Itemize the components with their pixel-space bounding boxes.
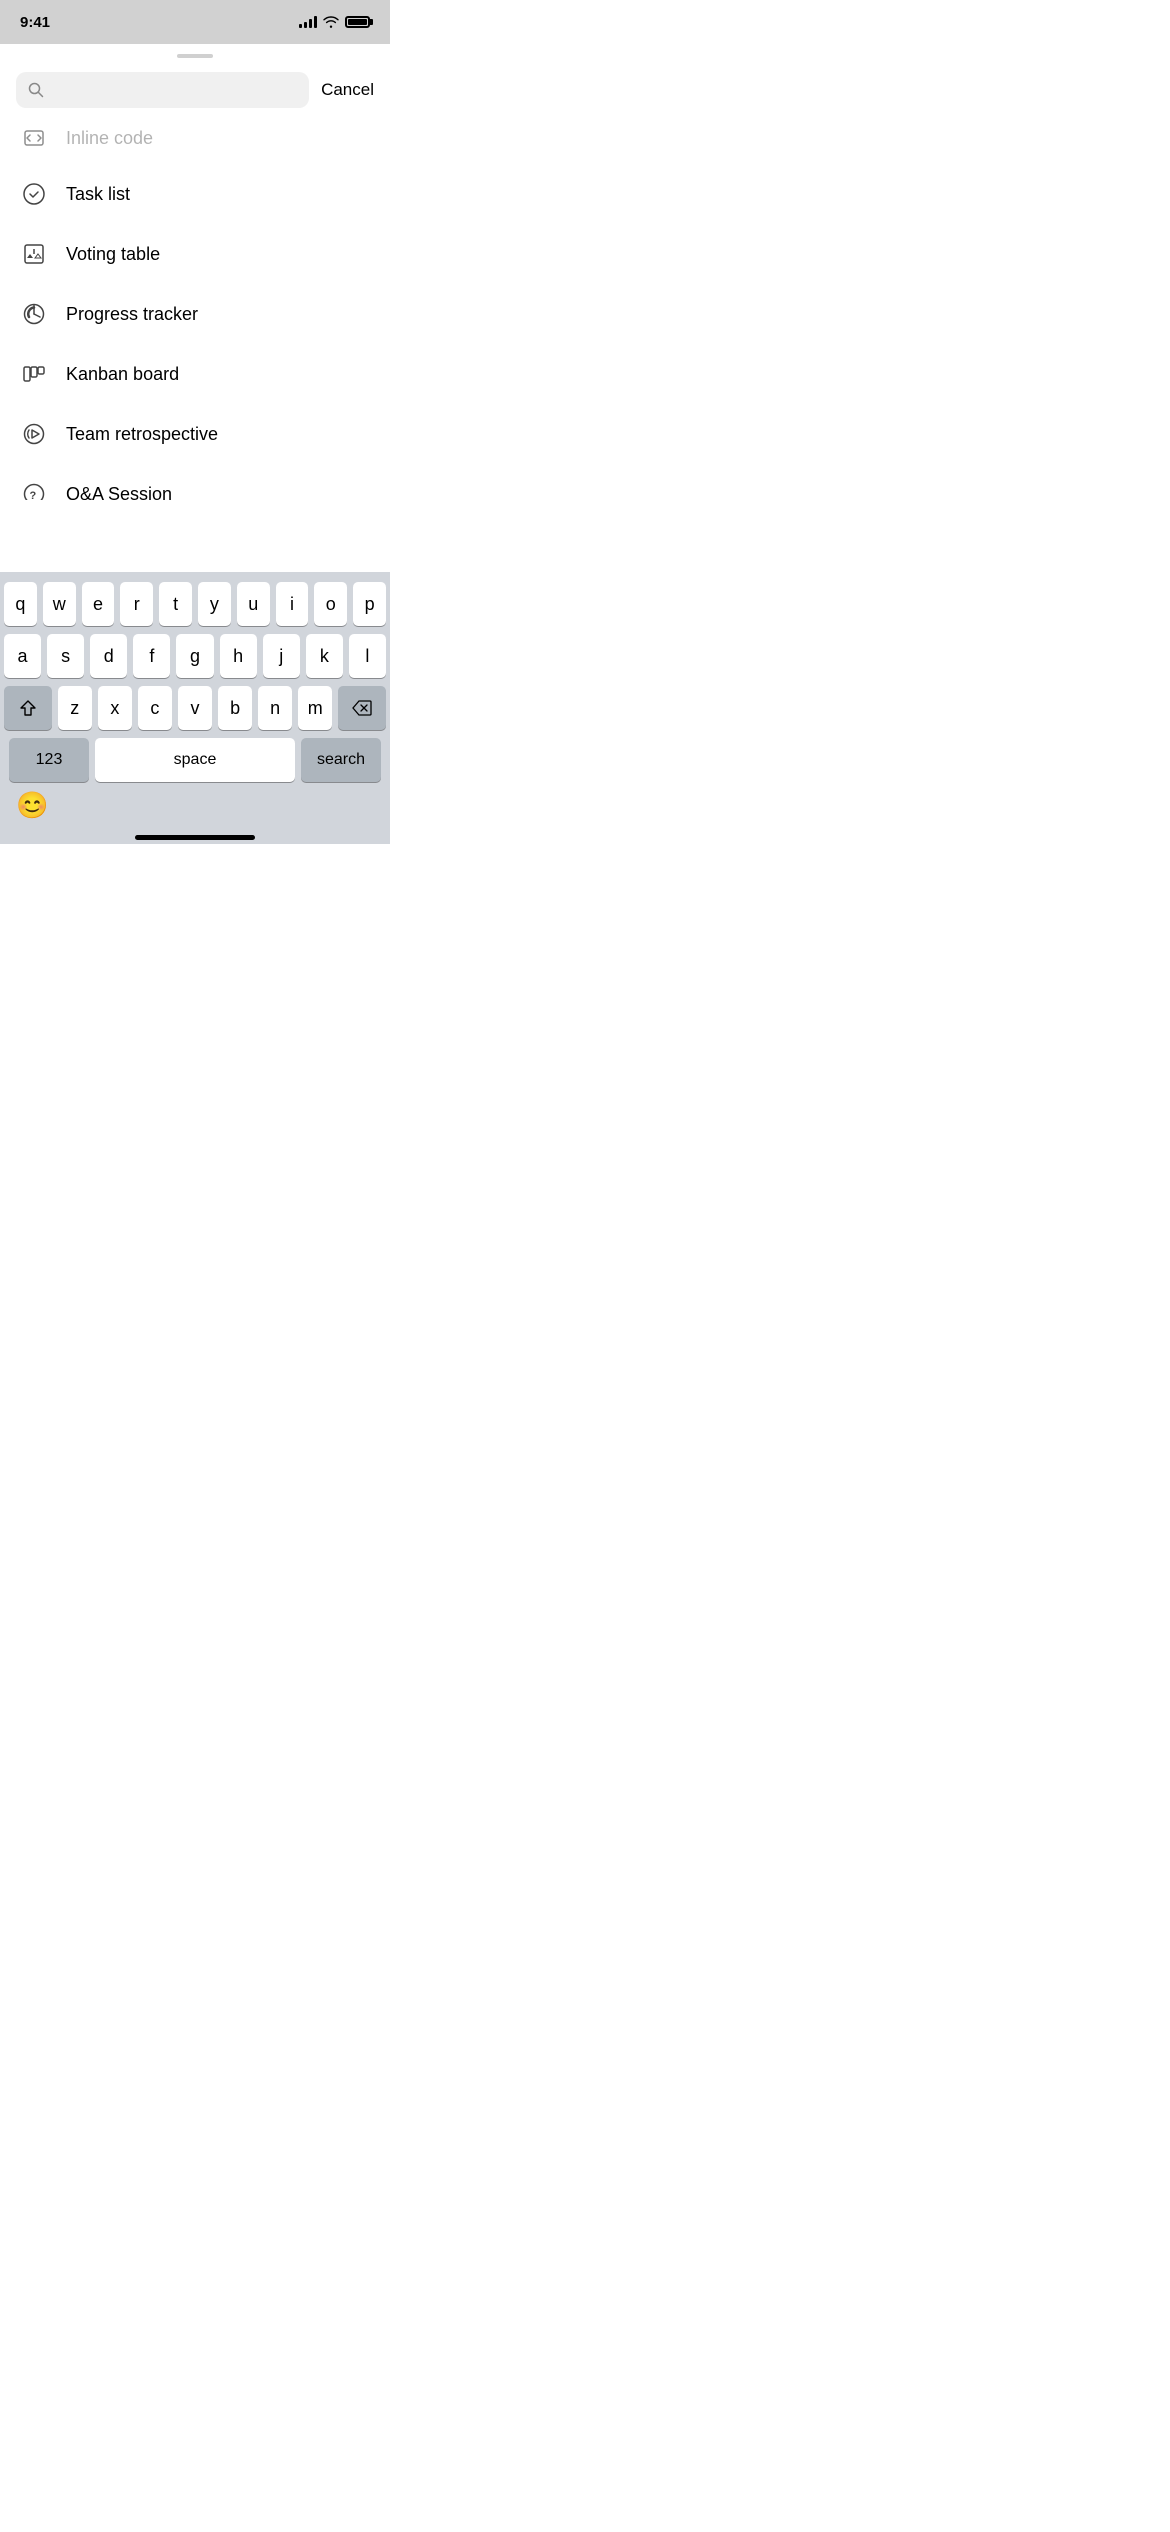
key-s[interactable]: s bbox=[47, 634, 84, 678]
key-q[interactable]: q bbox=[4, 582, 37, 626]
inline-code-label: Inline code bbox=[66, 128, 153, 149]
key-j[interactable]: j bbox=[263, 634, 300, 678]
list-item[interactable]: Kanban board bbox=[0, 344, 390, 404]
key-c[interactable]: c bbox=[138, 686, 172, 730]
key-r[interactable]: r bbox=[120, 582, 153, 626]
emoji-button[interactable]: 😊 bbox=[16, 790, 48, 821]
list-item[interactable]: Inline code bbox=[0, 120, 390, 164]
kanban-board-icon bbox=[20, 360, 48, 388]
home-indicator-container bbox=[0, 829, 390, 844]
signal-icon bbox=[299, 16, 317, 28]
list-item[interactable]: Team retrospective bbox=[0, 404, 390, 464]
search-input[interactable] bbox=[52, 80, 297, 100]
numbers-key[interactable]: 123 bbox=[9, 738, 89, 782]
svg-text:?: ? bbox=[30, 490, 37, 500]
key-e[interactable]: e bbox=[82, 582, 115, 626]
key-a[interactable]: a bbox=[4, 634, 41, 678]
kanban-board-label: Kanban board bbox=[66, 364, 179, 385]
keyboard-row-4: 123 space search bbox=[4, 738, 386, 782]
qa-session-label: Q&A Session bbox=[66, 484, 172, 501]
sheet-handle bbox=[177, 54, 213, 58]
key-o[interactable]: o bbox=[314, 582, 347, 626]
key-p[interactable]: p bbox=[353, 582, 386, 626]
inline-code-icon bbox=[20, 124, 48, 152]
key-d[interactable]: d bbox=[90, 634, 127, 678]
shift-key[interactable] bbox=[4, 686, 52, 730]
home-bar bbox=[135, 835, 255, 840]
keyboard-row-2: a s d f g h j k l bbox=[4, 634, 386, 678]
voting-table-label: Voting table bbox=[66, 244, 160, 265]
key-y[interactable]: y bbox=[198, 582, 231, 626]
menu-list: Inline code Task list Voting table bbox=[0, 120, 390, 500]
key-z[interactable]: z bbox=[58, 686, 92, 730]
battery-icon bbox=[345, 16, 370, 28]
sheet-handle-container bbox=[0, 44, 390, 64]
keyboard-bottom: 😊 bbox=[0, 786, 390, 829]
list-item[interactable]: Task list bbox=[0, 164, 390, 224]
key-h[interactable]: h bbox=[220, 634, 257, 678]
cancel-button[interactable]: Cancel bbox=[321, 80, 374, 100]
key-x[interactable]: x bbox=[98, 686, 132, 730]
key-w[interactable]: w bbox=[43, 582, 76, 626]
key-n[interactable]: n bbox=[258, 686, 292, 730]
key-t[interactable]: t bbox=[159, 582, 192, 626]
progress-tracker-label: Progress tracker bbox=[66, 304, 198, 325]
search-input-wrap[interactable] bbox=[16, 72, 309, 108]
status-icons bbox=[299, 16, 370, 28]
key-v[interactable]: v bbox=[178, 686, 212, 730]
list-item[interactable]: Progress tracker bbox=[0, 284, 390, 344]
team-retrospective-icon bbox=[20, 420, 48, 448]
search-key[interactable]: search bbox=[301, 738, 381, 782]
task-list-label: Task list bbox=[66, 184, 130, 205]
list-item[interactable]: ? Q&A Session bbox=[0, 464, 390, 500]
status-time: 9:41 bbox=[20, 14, 50, 31]
qa-session-icon: ? bbox=[20, 480, 48, 500]
key-b[interactable]: b bbox=[218, 686, 252, 730]
key-k[interactable]: k bbox=[306, 634, 343, 678]
status-bar: 9:41 bbox=[0, 0, 390, 44]
keyboard: q w e r t y u i o p a s d f g h j k l bbox=[0, 572, 390, 844]
key-i[interactable]: i bbox=[276, 582, 309, 626]
search-container: Cancel bbox=[0, 64, 390, 120]
keyboard-row-3: z x c v b n m bbox=[4, 686, 386, 730]
space-key[interactable]: space bbox=[95, 738, 295, 782]
list-item[interactable]: Voting table bbox=[0, 224, 390, 284]
team-retrospective-label: Team retrospective bbox=[66, 424, 218, 445]
progress-tracker-icon bbox=[20, 300, 48, 328]
key-m[interactable]: m bbox=[298, 686, 332, 730]
key-l[interactable]: l bbox=[349, 634, 386, 678]
task-list-icon bbox=[20, 180, 48, 208]
keyboard-row-1: q w e r t y u i o p bbox=[4, 582, 386, 626]
key-g[interactable]: g bbox=[176, 634, 213, 678]
voting-table-icon bbox=[20, 240, 48, 268]
delete-key[interactable] bbox=[338, 686, 386, 730]
wifi-icon bbox=[323, 16, 339, 28]
key-u[interactable]: u bbox=[237, 582, 270, 626]
key-f[interactable]: f bbox=[133, 634, 170, 678]
search-icon bbox=[28, 82, 44, 98]
